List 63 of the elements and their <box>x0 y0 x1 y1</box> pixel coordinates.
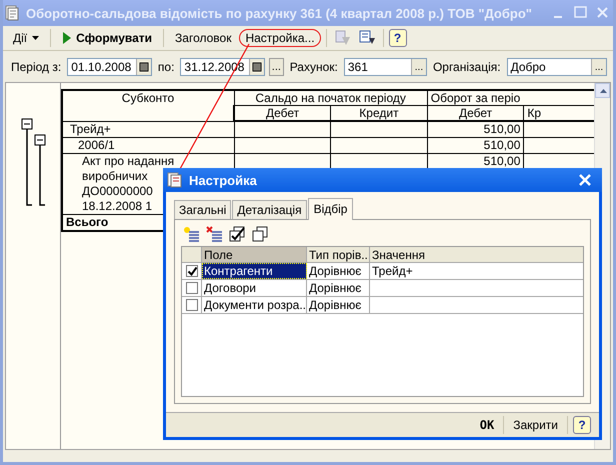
column-header: Дебет <box>427 106 524 121</box>
column-header: Дебет <box>234 106 331 121</box>
total-label: Всього <box>66 214 108 229</box>
tab[interactable]: Загальні <box>174 200 232 219</box>
table-cell: Дорівнює <box>307 297 370 313</box>
organization-label: Організація: <box>432 60 502 74</box>
tab[interactable]: Деталізація <box>232 200 307 219</box>
document-icon <box>4 5 20 21</box>
check-all-icon[interactable] <box>229 226 247 242</box>
delete-row-icon[interactable] <box>206 226 224 242</box>
play-icon <box>62 32 72 44</box>
add-row-icon[interactable] <box>183 226 201 242</box>
checkbox[interactable] <box>186 265 198 277</box>
generate-button[interactable]: Сформувати <box>56 29 158 47</box>
column-header: Кредит <box>330 106 428 121</box>
ok-button[interactable]: OK <box>476 418 498 432</box>
table-cell[interactable]: Договори <box>202 280 307 296</box>
caret-icon <box>32 36 40 40</box>
document-icon <box>167 172 183 188</box>
table-cell[interactable]: Контрагенти <box>202 263 307 279</box>
uncheck-all-icon[interactable] <box>252 226 270 242</box>
scroll-up-icon[interactable] <box>595 83 610 98</box>
column-header[interactable]: Значення <box>370 247 583 262</box>
period-from-label: Період з: <box>10 60 62 74</box>
period-select-button[interactable]: ... <box>269 58 284 76</box>
table-cell: 18.12.2008 1 <box>82 198 152 213</box>
table-cell: Трейд+ <box>372 264 413 278</box>
calendar-icon[interactable] <box>136 59 151 75</box>
period-from-field[interactable]: 01.10.2008 <box>67 58 152 76</box>
actions-menu[interactable]: Дії <box>7 29 46 47</box>
checkbox[interactable] <box>186 299 198 311</box>
table-cell: 510,00 <box>484 138 520 152</box>
account-field[interactable]: 361 ... <box>344 58 427 76</box>
tab[interactable]: Відбір <box>308 198 354 220</box>
column-header: Сальдо на початок періоду <box>234 90 428 106</box>
close-button[interactable]: Закрити <box>509 418 562 432</box>
column-header[interactable]: Тип порів... <box>307 247 370 262</box>
column-header[interactable]: Поле <box>202 247 307 262</box>
account-label: Рахунок: <box>288 60 339 74</box>
table-cell: виробничих <box>82 168 148 184</box>
table-cell: Трейд+ <box>70 122 111 136</box>
table-cell: ДО00000000 <box>82 184 153 198</box>
settings-button[interactable]: Настройка... <box>239 29 321 47</box>
table-cell[interactable]: Документи розра... <box>202 297 307 313</box>
table-cell: Акт про надання <box>82 154 174 168</box>
header-button[interactable]: Заголовок <box>169 29 238 47</box>
help-button[interactable]: ? <box>573 416 591 434</box>
organization-field[interactable]: Добро ... <box>506 58 607 76</box>
checkbox[interactable] <box>186 282 198 294</box>
select-button[interactable]: ... <box>591 59 606 75</box>
column-header: Субконто <box>62 90 234 121</box>
table-cell: 2006/1 <box>78 138 115 152</box>
close-icon[interactable] <box>578 173 592 187</box>
calendar-icon[interactable] <box>249 59 264 75</box>
window-title: Оборотно-сальдова відомість по рахунку 361 (4 квартал 2008 р.) ТОВ "Добро" <box>26 6 533 20</box>
table-cell: Дорівнює <box>307 280 370 296</box>
dialog-title: Настройка <box>189 172 258 188</box>
table-cell: 510,00 <box>484 122 520 136</box>
period-to-label: по: <box>156 60 176 74</box>
help-button[interactable]: ? <box>388 29 407 47</box>
select-button[interactable]: ... <box>410 59 426 75</box>
table-cell: Дорівнює <box>307 263 370 279</box>
table-cell: 510,00 <box>484 154 520 168</box>
